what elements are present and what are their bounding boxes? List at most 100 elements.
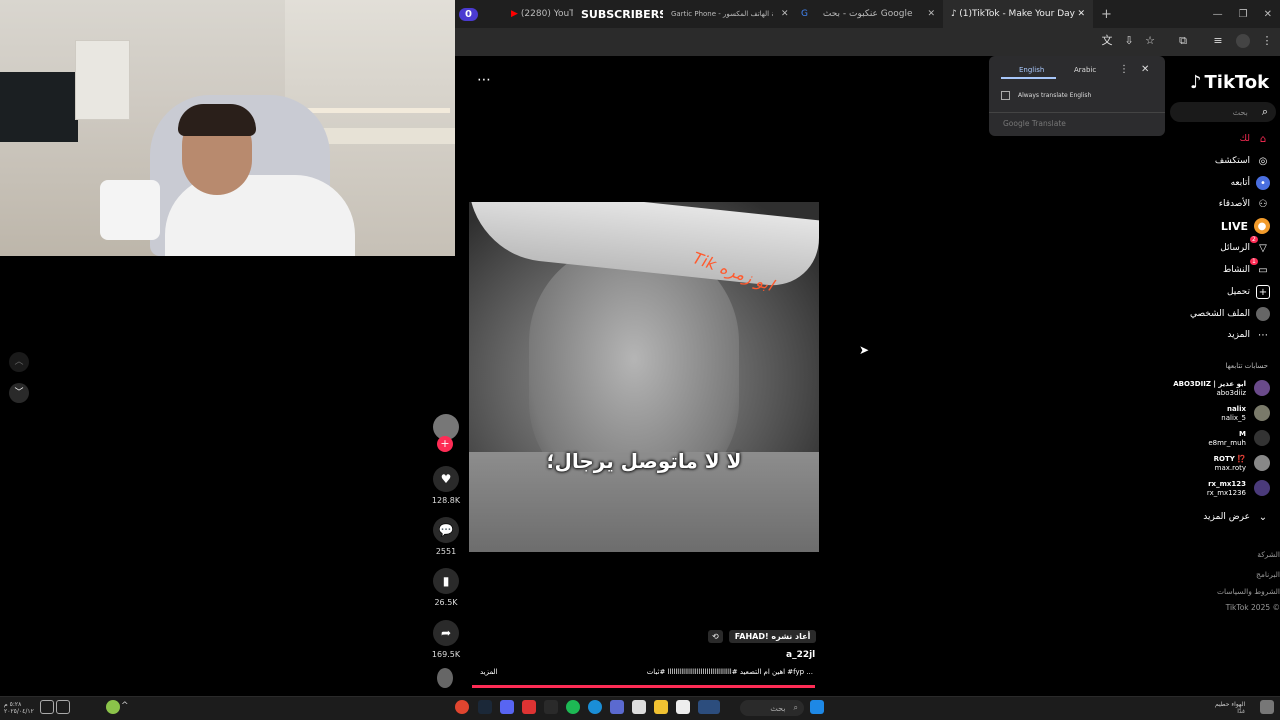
share-button[interactable]: ➦ 169.5K <box>431 620 461 659</box>
tab-english[interactable]: English <box>1019 66 1044 74</box>
kebab-icon[interactable]: ⋮ <box>1119 64 1129 75</box>
avatar[interactable] <box>1254 480 1270 496</box>
video-progress-track[interactable] <box>472 685 815 688</box>
steam-icon[interactable] <box>478 700 492 714</box>
discord-icon[interactable] <box>500 700 514 714</box>
see-more-following[interactable]: عرض المزيد ⌄ <box>1203 510 1270 524</box>
tab-gartic-phone[interactable]: Gartic Phone - نسخة الهاتف المكسور 25 <box>663 0 773 28</box>
close-tab-icon[interactable]: ✕ <box>1077 9 1085 19</box>
sound-disc-icon[interactable] <box>437 668 453 688</box>
search-input[interactable]: بحث ⌕ <box>1170 102 1276 122</box>
search-icon[interactable]: ⌕ <box>1262 105 1268 119</box>
nav-for-you[interactable]: لك ⌂ <box>1240 132 1270 146</box>
start-icon[interactable] <box>810 700 824 714</box>
minimize-icon[interactable]: — <box>1213 9 1223 20</box>
following-item[interactable]: rx_mx123 rx_mx1236 <box>1207 480 1246 498</box>
following-item[interactable]: nalix nalix_5 <box>1221 405 1246 423</box>
follow-plus-icon[interactable]: + <box>437 436 453 452</box>
tab-arabic[interactable]: Arabic <box>1074 66 1096 74</box>
nav-upload[interactable]: تحميل + <box>1227 285 1270 299</box>
footer-terms-link[interactable]: الشروط والسياسات <box>1217 587 1280 596</box>
avatar[interactable] <box>1254 455 1270 471</box>
nav-explore[interactable]: استكشف ◎ <box>1215 154 1270 168</box>
caption-more-button[interactable]: المزيد <box>480 668 498 676</box>
tab-google-search[interactable]: G عنكبوت - بحث Google ✕ <box>793 0 943 28</box>
google-translate-link[interactable]: Google Translate <box>1003 119 1066 128</box>
always-translate-checkbox[interactable] <box>1001 91 1010 100</box>
following-item[interactable]: M e8mr_muh <box>1208 430 1246 448</box>
tab-tiktok-active[interactable]: ♪ (1)TikTok - Make Your Day ✕ <box>943 0 1093 28</box>
install-icon[interactable]: ⇩ <box>1122 34 1136 48</box>
avatar[interactable] <box>1254 430 1270 446</box>
following-item[interactable]: ABO3DIIZ | ابو عذيز abo3diiz <box>1173 380 1246 398</box>
more-icon: ⋯ <box>1258 329 1268 341</box>
chrome-icon[interactable] <box>455 700 469 714</box>
tiktok-logo-icon: ♪ <box>1190 72 1202 93</box>
creator-avatar[interactable]: + <box>431 414 461 452</box>
widget-icon[interactable] <box>698 700 720 714</box>
avatar[interactable] <box>1254 380 1270 396</box>
close-icon[interactable]: ✕ <box>1141 64 1149 75</box>
nav-messages[interactable]: الرسائل ▽ 2 <box>1220 236 1270 255</box>
notepad-icon[interactable] <box>676 700 690 714</box>
file-explorer-icon[interactable] <box>654 700 668 714</box>
reading-list-icon[interactable]: ≡ <box>1211 34 1225 48</box>
microphone <box>100 180 160 240</box>
menu-kebab-icon[interactable]: ⋮ <box>1260 34 1274 48</box>
username[interactable]: a_22jl <box>786 650 815 660</box>
translate-icon[interactable]: 文 <box>1100 34 1114 48</box>
tab-subscriber-widget[interactable]: 0 <box>455 0 503 28</box>
comment-count: 2551 <box>435 547 457 556</box>
nav-more[interactable]: المزيد ⋯ <box>1227 328 1270 342</box>
window-close-icon[interactable]: ✕ <box>1264 9 1272 20</box>
nav-live[interactable]: LIVE ● <box>1221 218 1270 234</box>
tab-subscribers[interactable]: SUBSCRIBERS <box>573 0 663 28</box>
tray-icon[interactable] <box>40 700 54 714</box>
following-icon: • <box>1256 176 1270 190</box>
store-icon[interactable] <box>632 700 646 714</box>
avatar[interactable] <box>1254 405 1270 421</box>
tiktok-logo[interactable]: ♪ TikTok <box>1190 72 1269 93</box>
heart-icon: ♥ <box>433 466 459 492</box>
tab-label: Gartic Phone - نسخة الهاتف المكسور <box>671 10 773 18</box>
tray-icon[interactable] <box>56 700 70 714</box>
weather-icon[interactable] <box>1260 700 1274 714</box>
edge-icon[interactable] <box>588 700 602 714</box>
nav-activity[interactable]: النشاط ▭ 1 <box>1223 258 1270 277</box>
video-options-icon[interactable]: ⋯ <box>477 72 491 88</box>
bookmark-star-icon[interactable]: ☆ <box>1143 34 1157 48</box>
nav-friends[interactable]: الأصدقاء ⚇ <box>1219 197 1270 211</box>
extensions-icon[interactable]: ⧉ <box>1176 34 1190 48</box>
tab-youtube[interactable]: ▶ (2280) YouTube <box>503 0 573 28</box>
chevron-up-icon[interactable]: ^ <box>121 701 129 711</box>
system-clock[interactable]: ٥:٢٨ م ٢٠٢٥/٠٤/١٢ <box>4 701 34 715</box>
taskbar-search[interactable]: بحث ⌕ <box>740 700 804 716</box>
save-button[interactable]: ▮ 26.5K <box>431 568 461 607</box>
upload-icon: + <box>1256 285 1270 299</box>
previous-video-button[interactable]: ︿ <box>9 352 29 372</box>
app-icon[interactable] <box>522 700 536 714</box>
close-tab-icon[interactable]: ✕ <box>927 9 935 19</box>
comment-button[interactable]: 💬 2551 <box>431 517 461 556</box>
spotify-icon[interactable] <box>566 700 580 714</box>
repost-icon: ⟲ <box>708 630 723 643</box>
next-video-button[interactable]: ﹀ <box>9 383 29 403</box>
video-player[interactable]: Tik ابو زمره لا لا ماتوصل يرجال؛ <box>469 202 819 552</box>
bookmark-icon: ▮ <box>433 568 459 594</box>
tv-screen <box>0 72 78 142</box>
nav-following[interactable]: أتابعه • <box>1231 176 1270 190</box>
profile-avatar[interactable] <box>1236 34 1250 48</box>
teams-icon[interactable] <box>610 700 624 714</box>
like-button[interactable]: ♥ 128.8K <box>431 466 461 505</box>
close-tab-icon[interactable]: ✕ <box>773 0 793 28</box>
tray-app-icon[interactable] <box>106 700 120 714</box>
weather-widget[interactable]: الهواء حطيم غدًا <box>1215 701 1245 715</box>
terminal-icon[interactable] <box>544 700 558 714</box>
nav-profile[interactable]: الملف الشخصي <box>1190 307 1270 321</box>
new-tab-button[interactable]: + <box>1093 0 1123 28</box>
repost-label[interactable]: FAHAD! أعاد نشره <box>728 630 817 643</box>
footer-program-link[interactable]: البرنامج <box>1256 570 1280 579</box>
following-item[interactable]: ROTY ⁉️ max.roty <box>1214 455 1246 473</box>
footer-company-link[interactable]: الشركة <box>1257 550 1280 559</box>
maximize-icon[interactable]: ❐ <box>1239 9 1248 20</box>
